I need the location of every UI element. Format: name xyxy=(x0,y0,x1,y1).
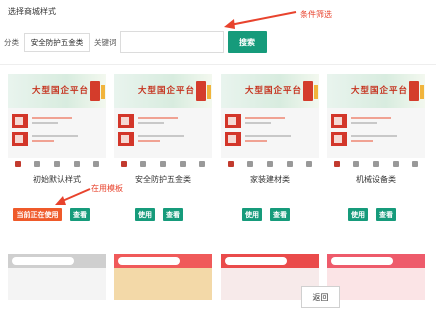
use-button[interactable]: 使用 xyxy=(135,208,155,221)
preview-banner: 大型国企平台 xyxy=(114,74,212,108)
preview-navbar xyxy=(327,158,425,170)
template-preview-5[interactable] xyxy=(8,254,106,300)
flag-icon xyxy=(314,85,318,99)
view-button[interactable]: 查看 xyxy=(270,208,290,221)
template-preview-2[interactable]: 大型国企平台 xyxy=(114,74,212,170)
view-button[interactable]: 查看 xyxy=(163,208,183,221)
template-preview-4[interactable]: 大型国企平台 xyxy=(327,74,425,170)
banner-text: 大型国企平台 xyxy=(138,86,196,96)
banner-text: 大型国企平台 xyxy=(32,86,90,96)
keyword-input[interactable] xyxy=(119,31,224,53)
template-preview-3[interactable]: 大型国企平台 xyxy=(221,74,319,170)
template-preview-6[interactable] xyxy=(114,254,212,300)
use-button[interactable]: 使用 xyxy=(348,208,368,221)
template-name: 家装建材类 xyxy=(250,175,290,184)
preview-navbar xyxy=(221,158,319,170)
current-in-use-button[interactable]: 当前正在使用 xyxy=(13,208,62,221)
preview-banner: 大型国企平台 xyxy=(8,74,106,108)
view-button[interactable]: 查看 xyxy=(70,208,90,221)
view-button[interactable]: 查看 xyxy=(376,208,396,221)
preview-banner: 大型国企平台 xyxy=(221,74,319,108)
flag-icon xyxy=(207,85,211,99)
keyword-label: 关键词 xyxy=(94,37,117,47)
banner-text: 大型国企平台 xyxy=(245,86,303,96)
back-button[interactable]: 返回 xyxy=(301,286,340,308)
flag-icon xyxy=(303,81,313,101)
category-select[interactable]: 安全防护五金类 xyxy=(24,32,90,52)
template-preview-8[interactable] xyxy=(327,254,425,300)
filter-annotation: 条件筛选 xyxy=(300,10,332,19)
banner-text: 大型国企平台 xyxy=(351,86,409,96)
preview-banner: 大型国企平台 xyxy=(327,74,425,108)
use-button[interactable]: 使用 xyxy=(242,208,262,221)
preview-navbar xyxy=(114,158,212,170)
flag-icon xyxy=(196,81,206,101)
flag-icon xyxy=(101,85,105,99)
in-use-annotation-arrow-icon xyxy=(55,188,91,205)
flag-icon xyxy=(420,85,424,99)
filter-bar: 分类 安全防护五金类 关键词 搜索 xyxy=(4,31,267,53)
divider xyxy=(0,64,436,65)
page-title: 选择商城样式 xyxy=(8,7,56,16)
category-label: 分类 xyxy=(4,37,19,47)
template-name: 安全防护五金类 xyxy=(135,175,191,184)
flag-icon xyxy=(409,81,419,101)
search-button[interactable]: 搜索 xyxy=(227,31,267,53)
preview-navbar xyxy=(8,158,106,170)
template-preview-1[interactable]: 大型国企平台 xyxy=(8,74,106,170)
in-use-annotation: 在用模板 xyxy=(91,184,123,193)
template-name: 机械设备类 xyxy=(356,175,396,184)
flag-icon xyxy=(90,81,100,101)
filter-annotation-arrow-icon xyxy=(224,11,297,29)
